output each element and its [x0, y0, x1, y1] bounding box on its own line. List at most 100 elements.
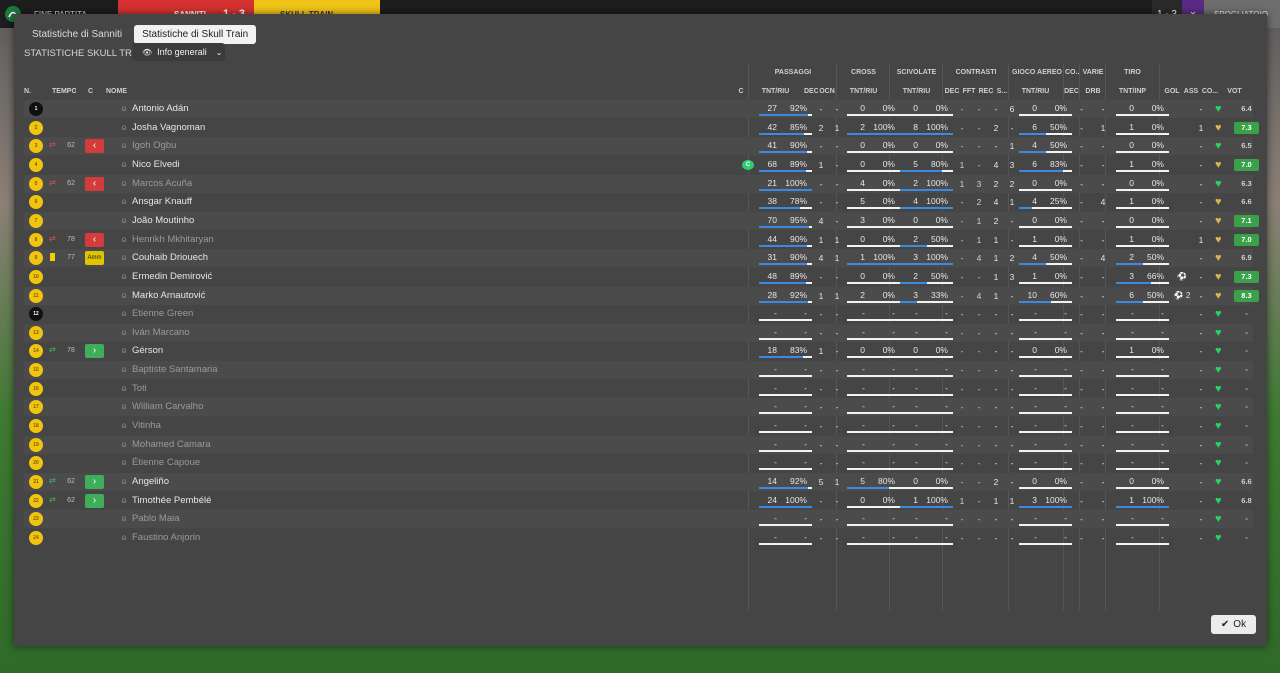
player-name[interactable]: ⍝ Gérson [120, 342, 620, 360]
column-header-5[interactable]: TNT/RIU [749, 87, 802, 97]
player-name[interactable]: ⍝ Nico Elvedi [120, 156, 620, 174]
table-row[interactable]: 21 ⇄ 62 › ⍝ Angeliño 14 92% 5 1 5 80% 0 0% - -2-0 0% - -0 0… [24, 473, 1253, 491]
table-row[interactable]: 9 77 Amm ⍝ Couhaib Driouech 31 90% 4 1 1 100% 3 100%… [24, 249, 1253, 268]
table-row[interactable]: 8 ⇄ 78 ‹ ⍝ Henrikh Mkhitaryan 44 90% 1 1 0 0% 2 50% -1… [24, 231, 1259, 249]
column-header-9[interactable]: TNT/RIU [890, 87, 943, 97]
goals [1172, 212, 1192, 230]
column-header-8[interactable]: TNT/RIU [837, 87, 890, 97]
misc-decisive: - [1080, 365, 1083, 376]
table-row[interactable]: 23 ⍝ Pablo Maia - - - - - - - - - - - - - - - - - - - ♥ - [24, 510, 1253, 529]
column-header-7[interactable]: OCN [819, 87, 835, 97]
view-dropdown[interactable]: 👁 Info generali ⌄ [132, 43, 225, 61]
table-row[interactable]: 14 ⇄ 78 › ⍝ Gérson 18 83% 1-0 0% 0 0% - - - -0 0% - -1 0% - ♥… [24, 342, 1253, 360]
table-row[interactable]: 17 ⍝ William Carvalho - - - - - - - - - - - - - - - - - - - ♥ - [24, 398, 1253, 417]
table-row[interactable]: 13 ⍝ Iván Marcano - - - - - - - - - - - - - - - - - - - ♥ - [24, 323, 1253, 342]
saves: - [1010, 309, 1014, 320]
passes-cell: -- [759, 417, 812, 435]
dribbles: - [1101, 215, 1105, 226]
person-icon: ⍝ [121, 197, 127, 207]
aerial-cell: 3 100% [1019, 492, 1072, 510]
column-header-6[interactable]: DEC [804, 87, 818, 97]
table-row[interactable]: 19 ⍝ Mohamed Camara - - - - - - - - - - - - - - - - - - - ♥ - [24, 435, 1253, 454]
column-header-14[interactable]: TNT/RIU [1009, 87, 1062, 97]
column-header-0[interactable]: N. [24, 87, 40, 97]
table-row[interactable]: 10 ⍝ Ermedin Demirović 48 89% - -0 0% 2 50% - -1 3 1 0… [24, 268, 1259, 286]
table-row[interactable]: 1 ⍝ Antonio Adán 27 92% - -0 0% 0 0% - - -6 0 0% - -0 0% -… [24, 100, 1253, 118]
column-header-11[interactable]: FFT [961, 87, 977, 97]
passes-decisive: 1 [818, 346, 824, 357]
column-header-2[interactable]: C [88, 87, 98, 97]
column-header-1[interactable]: TEMPO [52, 87, 76, 97]
column-header-10[interactable]: DEC [943, 87, 961, 97]
player-name[interactable]: ⍝ Antonio Adán [120, 100, 620, 118]
sub-out-icon: ⇄ [49, 233, 56, 243]
sub-minute: 62 [67, 478, 75, 485]
condition-heart-icon: ♥ [1215, 476, 1222, 488]
player-name[interactable]: ⍝ Couhaib Driouech [120, 249, 620, 267]
player-name[interactable]: ⍝ Ermedin Demirović [120, 268, 620, 286]
column-header-3[interactable]: NOME [106, 87, 166, 97]
column-header-15[interactable]: DEC [1064, 87, 1079, 97]
player-name[interactable]: ⍝ Henrikh Mkhitaryan [120, 231, 620, 249]
player-name[interactable]: ⍝ Angeliño [120, 473, 620, 491]
table-row[interactable]: 3 ⇄ 62 ‹ ⍝ Igoh Ogbu 41 90% - -0 0% 0 0% - - -1 4 50% - -0 0… [24, 137, 1253, 156]
player-name[interactable]: ⍝ Igoh Ogbu [120, 137, 620, 155]
player-name[interactable]: ⍝ Marcos Acuña [120, 175, 620, 193]
player-name[interactable]: ⍝ Toti [120, 380, 620, 398]
player-name[interactable]: ⍝ Iván Marcano [120, 324, 620, 342]
column-header-13[interactable]: S... [995, 87, 1009, 97]
player-name[interactable]: ⍝ Ansgar Knauff [120, 193, 620, 211]
column-header-12[interactable]: REC [977, 87, 995, 97]
tab-skull-train-stats[interactable]: Statistiche di Skull Train [134, 25, 257, 44]
player-name[interactable]: ⍝ Josha Vagnoman [120, 119, 620, 137]
person-icon: ⍝ [121, 346, 127, 356]
table-row[interactable]: 11 ⍝ Marko Arnautović 28 92% 1 1 2 0% 3 33% -4 1-10 6… [24, 286, 1259, 305]
player-name[interactable]: ⍝ Faustino Anjorin [120, 529, 620, 547]
table-row[interactable]: 12 ⍝ Etienne Green - - - - - - - - - - - - - - - - - - - ♥ - [24, 305, 1253, 323]
column-header-21[interactable]: VOT [1222, 87, 1247, 97]
column-header-4[interactable]: C [736, 87, 746, 97]
column-header-17[interactable]: TNT/INP [1106, 87, 1159, 97]
player-rating: 6.4 [1241, 104, 1252, 113]
table-row[interactable]: 20 ⍝ Étienne Capoue - - - - - - - - - - - - - - - - - - - ♥ - [24, 454, 1253, 472]
table-row[interactable]: 16 ⍝ Toti - - - - - - - - - - - - - - - - - - - ♥ - [24, 380, 1253, 398]
person-icon: ⍝ [121, 421, 127, 430]
table-row[interactable]: 6 ⍝ Ansgar Knauff 38 78% - -5 0% 4 100% -2 4 1 4 25% -4… [24, 193, 1253, 211]
column-header-20[interactable]: CO... [1201, 87, 1219, 97]
cross-cell: -- [847, 398, 900, 416]
table-row[interactable]: 4 ⍝ Nico Elvedi C 68 89% 1-0 0% 5 80% 1-4 3 6 83% - -1 0… [24, 156, 1259, 174]
player-name-text: Mohamed Camara [132, 438, 211, 450]
player-name[interactable]: ⍝ Marko Arnautović [120, 287, 620, 305]
tackles-decisive: - [960, 402, 964, 413]
column-header-18[interactable]: GOL [1162, 87, 1182, 97]
shirt-number-icon: 5 [29, 176, 43, 191]
player-name[interactable]: ⍝ Étienne Capoue [120, 454, 620, 472]
player-name[interactable]: ⍝ João Moutinho [120, 212, 620, 230]
passes-decisive: - [819, 104, 823, 114]
tab-sanniti-stats[interactable]: Statistiche di Sanniti [24, 25, 130, 44]
player-name[interactable]: ⍝ Pablo Maia [120, 510, 620, 528]
player-name[interactable]: ⍝ Vitinha [120, 417, 620, 435]
table-row[interactable]: 2 ⍝ Josha Vagnoman 42 85% 2 1 2 100% 8 100% - -2-6 50… [24, 119, 1259, 137]
passes-cell: 41 90% [759, 137, 812, 155]
column-header-19[interactable]: ASS [1182, 87, 1200, 97]
player-name[interactable]: ⍝ Etienne Green [120, 305, 620, 323]
group-header-0: PASSAGGI [774, 69, 812, 76]
aerial-cell: 6 83% [1019, 156, 1072, 174]
table-row[interactable]: 24 ⍝ Faustino Anjorin - - - - - - - - - - - - - - - - - - - ♥ - [24, 529, 1253, 547]
table-row[interactable]: 18 ⍝ Vitinha - - - - - - - - - - - - - - - - - - - ♥ - [24, 417, 1253, 435]
tackles-decisive: - [960, 421, 964, 431]
tnt-bar-track [847, 244, 900, 247]
table-row[interactable]: 22 ⇄ 62 › ⍝ Timothée Pembélé 24 100% - -0 0% 1 100% 1… [24, 492, 1253, 510]
player-name[interactable]: ⍝ William Carvalho [120, 398, 620, 416]
table-row[interactable]: 15 ⍝ Baptiste Santamaria - - - - - - - - - - - - - - - - - -… [24, 361, 1253, 380]
player-name[interactable]: ⍝ Timothée Pembélé [120, 492, 620, 510]
table-row[interactable]: 7 ⍝ João Moutinho 70 95% 4-3 0% 0 0% -1 2-0 0% - -0 0%… [24, 211, 1259, 230]
column-header-16[interactable]: DRB [1081, 87, 1105, 97]
shots-cell: -- [1116, 454, 1169, 472]
ok-button[interactable]: ✔ Ok [1211, 615, 1256, 634]
tackles-decisive: - [960, 271, 964, 282]
table-row[interactable]: 5 ⇄ 62 ‹ ⍝ Marcos Acuña 21 100% - -4 0% 2 100% 1 3 2 2 0 0… [24, 174, 1253, 193]
player-name[interactable]: ⍝ Baptiste Santamaria [120, 361, 620, 379]
player-name[interactable]: ⍝ Mohamed Camara [120, 436, 620, 454]
